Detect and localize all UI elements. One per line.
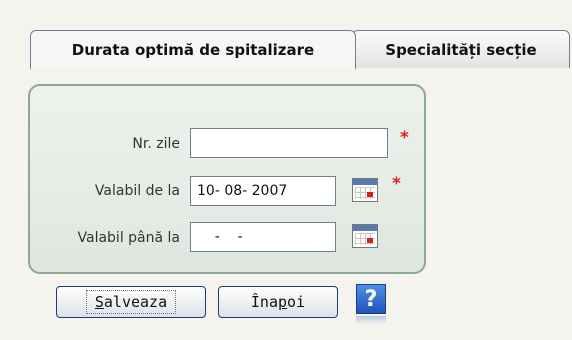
valabil-pana-la-input[interactable] (190, 222, 336, 252)
tab-label: Specialități secție (385, 40, 537, 59)
required-mark: * (392, 174, 401, 194)
help-icon[interactable]: ? (356, 284, 386, 314)
save-button[interactable]: Salveaza (56, 286, 206, 318)
back-button[interactable]: Înapoi (218, 286, 338, 318)
calendar-icon[interactable] (352, 178, 378, 202)
required-mark: * (400, 128, 409, 148)
nr-zile-label: Nr. zile (132, 136, 180, 152)
back-button-label: Înapoi (250, 293, 306, 311)
tab-label: Durata optimă de spitalizare (71, 40, 315, 59)
nr-zile-input[interactable] (190, 128, 388, 158)
calendar-icon[interactable] (352, 224, 378, 248)
help-icon-reflection (356, 316, 386, 324)
valabil-de-la-input[interactable] (190, 176, 336, 206)
tab-durata-optima[interactable]: Durata optimă de spitalizare (30, 30, 356, 70)
valabil-de-la-label: Valabil de la (94, 183, 180, 199)
save-button-label: Salveaza (85, 290, 177, 314)
tab-specialitati-sectie[interactable]: Specialități secție (352, 30, 570, 68)
valabil-pana-la-label: Valabil până la (77, 230, 181, 246)
